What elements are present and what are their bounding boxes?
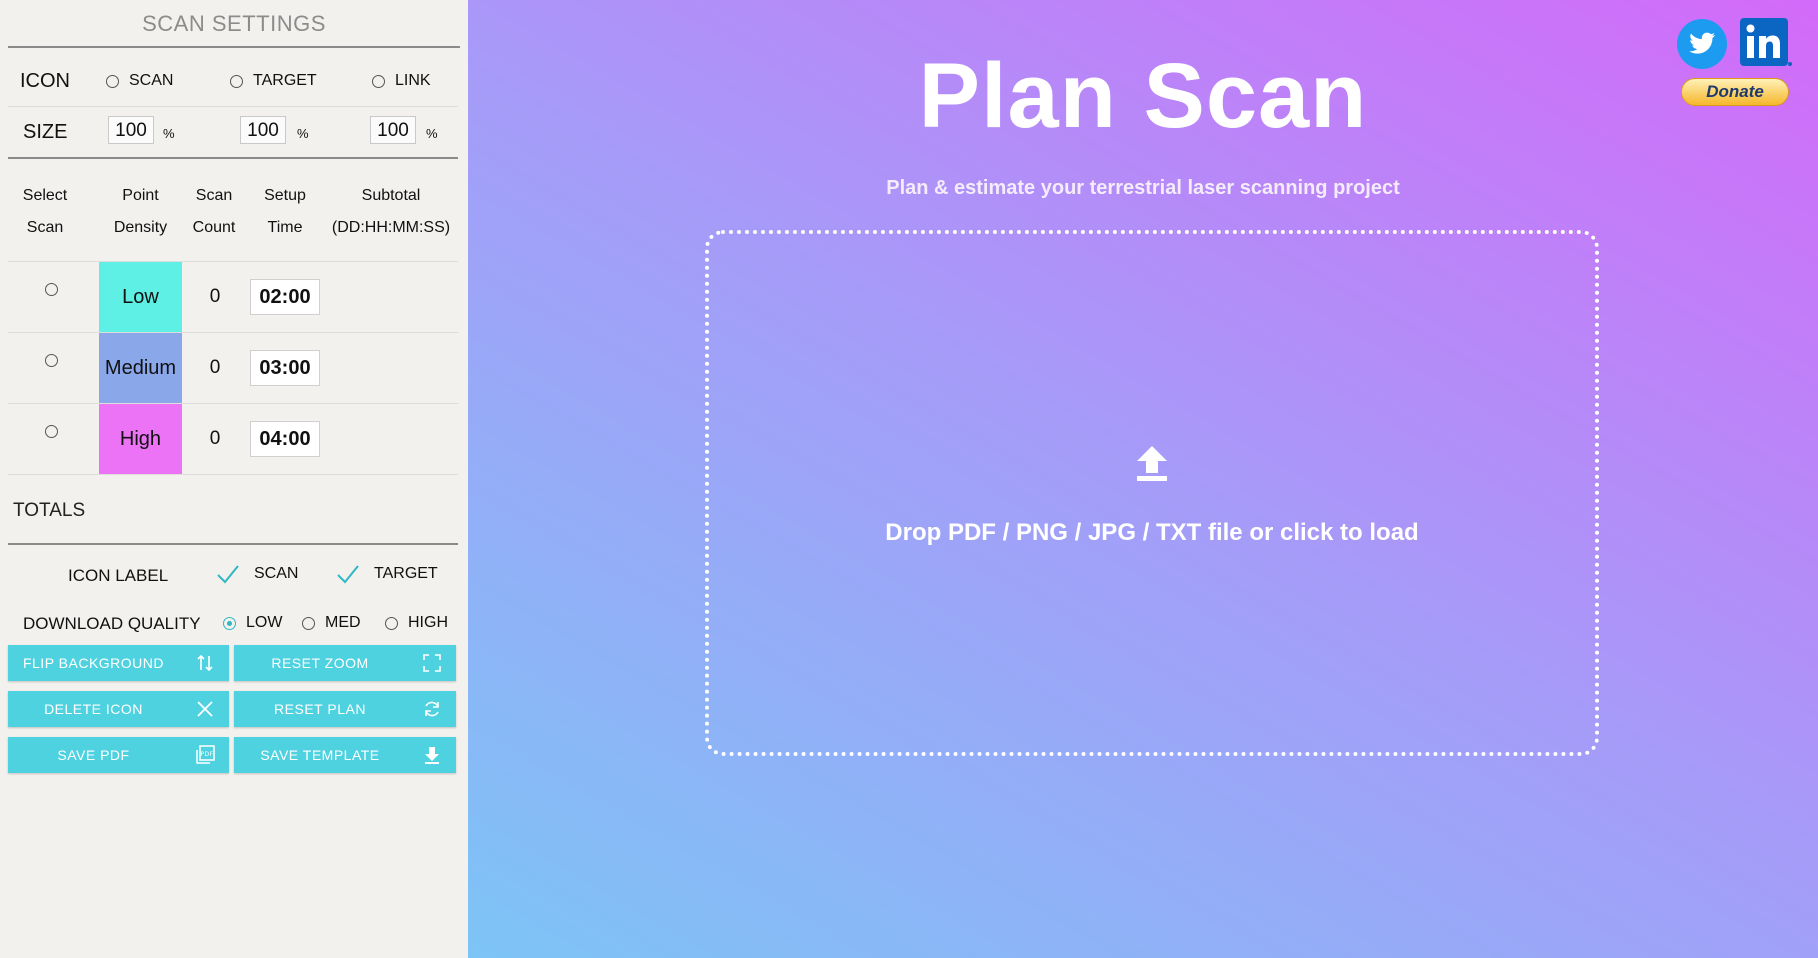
save-pdf-button[interactable]: SAVE PDF PDF <box>8 737 229 773</box>
dropzone-text: Drop PDF / PNG / JPG / TXT file or click… <box>885 519 1419 546</box>
header-point-density: Point Density <box>113 187 168 236</box>
radio-scan[interactable] <box>106 74 119 88</box>
scan-count-value: 0 <box>209 286 221 307</box>
donate-button[interactable]: Donate <box>1681 78 1789 106</box>
flip-icon <box>197 654 213 672</box>
sidebar-title: SCAN SETTINGS <box>8 0 460 48</box>
size-row-label: SIZE <box>23 121 68 143</box>
page-subtitle: Plan & estimate your terrestrial laser s… <box>886 177 1400 199</box>
table-row: Medium 0 03:00 <box>8 333 458 404</box>
reset-plan-button[interactable]: RESET PLAN <box>234 691 456 727</box>
upload-icon <box>1137 446 1167 481</box>
percent-unit: % <box>163 126 175 141</box>
icon-label-title: ICON LABEL <box>68 566 169 585</box>
select-scan-low-radio[interactable] <box>45 283 58 296</box>
radio-med[interactable] <box>302 616 315 630</box>
flip-background-button[interactable]: FLIP BACKGROUND <box>8 645 229 681</box>
svg-text:PDF: PDF <box>200 751 213 758</box>
setup-time-input[interactable]: 04:00 <box>250 421 320 457</box>
size-row: SIZE 100 % 100 % 100 % <box>8 107 458 157</box>
radio-target[interactable] <box>230 74 243 88</box>
table-header: Select Scan Point Density Scan Count Set… <box>8 180 458 244</box>
density-medium-cell[interactable]: Medium <box>99 333 182 404</box>
quality-option-low[interactable]: LOW <box>223 614 282 632</box>
header-subtotal: Subtotal (DD:HH:MM:SS) <box>331 187 451 236</box>
setup-time-input[interactable]: 02:00 <box>250 279 320 315</box>
select-scan-high-radio[interactable] <box>45 425 58 438</box>
divider <box>8 157 458 159</box>
check-icon <box>217 565 239 584</box>
setup-time-input[interactable]: 03:00 <box>250 350 320 386</box>
main-area: Plan Scan Plan & estimate your terrestri… <box>468 0 1818 958</box>
icon-option-scan[interactable]: SCAN <box>106 72 173 90</box>
scan-size-input[interactable]: 100 <box>108 116 154 144</box>
save-template-button[interactable]: SAVE TEMPLATE <box>234 737 456 773</box>
reset-zoom-button[interactable]: RESET ZOOM <box>234 645 456 681</box>
pdf-icon: PDF <box>196 745 215 764</box>
divider <box>8 474 458 475</box>
header-select-scan: Select Scan <box>22 187 68 236</box>
divider <box>8 543 458 545</box>
quality-option-high[interactable]: HIGH <box>385 614 448 632</box>
scan-count-value: 0 <box>209 357 221 378</box>
density-high-cell[interactable]: High <box>99 404 182 475</box>
scan-count-value: 0 <box>209 428 221 449</box>
linkedin-icon[interactable] <box>1740 18 1792 70</box>
percent-unit: % <box>297 126 309 141</box>
icon-row: ICON SCAN TARGET LINK <box>8 60 458 105</box>
table-row: Low 0 02:00 <box>8 262 458 333</box>
header-scan-count: Scan Count <box>192 187 236 236</box>
icon-row-label: ICON <box>20 70 70 92</box>
download-icon <box>425 747 439 764</box>
quality-option-med[interactable]: MED <box>302 614 361 632</box>
select-scan-medium-radio[interactable] <box>45 354 58 367</box>
fullscreen-icon <box>423 654 441 672</box>
icon-label-row: ICON LABEL SCAN TARGET <box>8 556 458 596</box>
radio-link[interactable] <box>372 74 385 88</box>
file-dropzone[interactable]: Drop PDF / PNG / JPG / TXT file or click… <box>705 230 1599 756</box>
icon-label-target-checkbox[interactable]: TARGET <box>336 564 438 584</box>
check-icon <box>337 565 359 584</box>
icon-option-target[interactable]: TARGET <box>230 72 317 90</box>
icon-label-scan-checkbox[interactable]: SCAN <box>216 564 298 584</box>
radio-high[interactable] <box>385 616 398 630</box>
density-low-cell[interactable]: Low <box>99 262 182 333</box>
target-size-input[interactable]: 100 <box>240 116 286 144</box>
page-title: Plan Scan <box>918 45 1368 147</box>
refresh-icon <box>425 701 439 717</box>
table-row: High 0 04:00 <box>8 404 458 475</box>
download-quality-row: DOWNLOAD QUALITY LOW MED HIGH <box>8 604 458 642</box>
totals-label: TOTALS <box>13 500 86 521</box>
radio-low[interactable] <box>223 616 236 630</box>
twitter-icon[interactable] <box>1676 18 1728 70</box>
delete-icon-button[interactable]: DELETE ICON <box>8 691 229 727</box>
link-size-input[interactable]: 100 <box>370 116 416 144</box>
header-setup-time: Setup Time <box>264 187 306 236</box>
close-icon <box>197 701 213 717</box>
download-quality-label: DOWNLOAD QUALITY <box>23 614 201 633</box>
percent-unit: % <box>426 126 438 141</box>
scan-settings-sidebar: SCAN SETTINGS ICON SCAN TARGET LINK SIZE… <box>0 0 468 958</box>
icon-option-link[interactable]: LINK <box>372 72 431 90</box>
